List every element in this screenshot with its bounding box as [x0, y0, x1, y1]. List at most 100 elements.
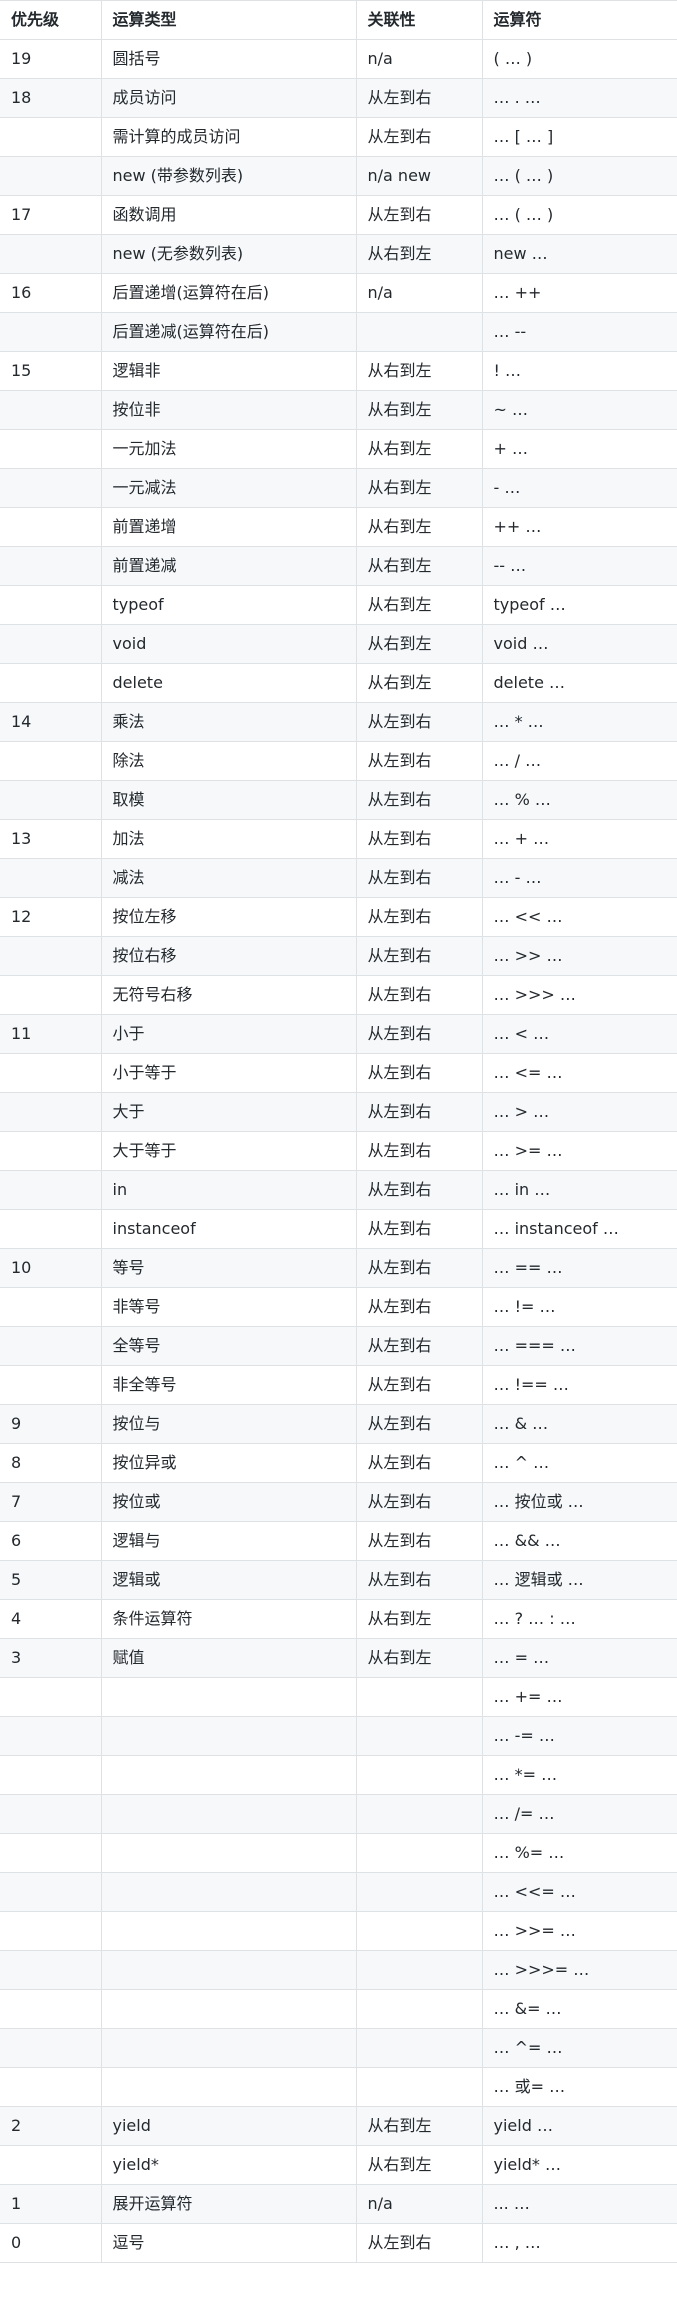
cell-precedence	[0, 936, 102, 976]
cell-operator-type	[100, 1872, 357, 1912]
cell-operator-type: 逻辑非	[100, 351, 357, 391]
cell-operator-type	[100, 1755, 357, 1795]
cell-operator: … *= …	[481, 1755, 677, 1795]
cell-operator: … . …	[481, 78, 677, 118]
cell-associativity: 从左到右	[355, 1092, 483, 1132]
cell-precedence	[0, 1872, 102, 1912]
table-row: 4 条件运算符 从右到左… ? … : …	[0, 1599, 677, 1639]
cell-operator-type: 一元减法	[100, 468, 357, 508]
header-precedence: 优先级	[0, 0, 102, 40]
cell-associativity: 从左到右	[355, 1248, 483, 1288]
cell-associativity: 从左到右	[355, 78, 483, 118]
table-row: new (带参数列表) n/a new… ( … )	[0, 156, 677, 196]
cell-operator-type: 展开运算符	[100, 2184, 357, 2224]
cell-precedence	[0, 1170, 102, 1210]
cell-precedence: 2	[0, 2106, 102, 2146]
table-row: … /= …	[0, 1794, 677, 1834]
cell-associativity: n/a new	[355, 156, 483, 196]
cell-precedence	[0, 117, 102, 157]
cell-precedence	[0, 2028, 102, 2068]
table-row: 前置递减 从右到左 -- …	[0, 546, 677, 586]
table-row: 2 yield 从右到左 yield …	[0, 2106, 677, 2146]
cell-operator: … 按位或 …	[481, 1482, 677, 1522]
cell-operator: void …	[481, 624, 677, 664]
cell-operator: … >>> …	[481, 975, 677, 1015]
cell-precedence: 0	[0, 2223, 102, 2263]
cell-precedence	[0, 1950, 102, 1990]
cell-operator: … * …	[481, 702, 677, 742]
cell-operator: ( … )	[481, 39, 677, 79]
table-row: 7 按位或 从左到右… 按位或 …	[0, 1482, 677, 1522]
cell-associativity: 从左到右	[355, 780, 483, 820]
cell-associativity: 从左到右	[355, 1053, 483, 1093]
cell-operator: … != …	[481, 1287, 677, 1327]
cell-operator: … + …	[481, 819, 677, 859]
cell-operator: … & …	[481, 1404, 677, 1444]
cell-associativity	[355, 1716, 483, 1756]
cell-associativity: 从左到右	[355, 1014, 483, 1054]
cell-operator: … << …	[481, 897, 677, 937]
table-row: 按位右移 从左到右… >> …	[0, 936, 677, 976]
cell-operator: ++ …	[481, 507, 677, 547]
table-row: 11 小于 从左到右… < …	[0, 1014, 677, 1054]
cell-operator: yield …	[481, 2106, 677, 2146]
cell-precedence	[0, 1794, 102, 1834]
table-row: 减法 从左到右… - …	[0, 858, 677, 898]
cell-associativity: 从左到右	[355, 117, 483, 157]
cell-associativity: 从右到左	[355, 468, 483, 508]
cell-precedence: 6	[0, 1521, 102, 1561]
cell-operator-type: 需计算的成员访问	[100, 117, 357, 157]
cell-precedence	[0, 546, 102, 586]
cell-operator: … -= …	[481, 1716, 677, 1756]
cell-operator: … === …	[481, 1326, 677, 1366]
table-row: 1 展开运算符 n/a... …	[0, 2184, 677, 2224]
cell-precedence	[0, 663, 102, 703]
table-row: 全等号 从左到右… === …	[0, 1326, 677, 1366]
cell-precedence: 3	[0, 1638, 102, 1678]
cell-operator-type: 后置递减(运算符在后)	[100, 312, 357, 352]
cell-precedence	[0, 1911, 102, 1951]
table-row: 0 逗号 从左到右… , …	[0, 2223, 677, 2263]
cell-operator-type: 前置递增	[100, 507, 357, 547]
table-row: 非全等号 从左到右… !== …	[0, 1365, 677, 1405]
cell-precedence	[0, 312, 102, 352]
cell-operator: … /= …	[481, 1794, 677, 1834]
cell-operator-type: 逻辑或	[100, 1560, 357, 1600]
cell-associativity: 从左到右	[355, 1131, 483, 1171]
table-body: 19 圆括号 n/a( … ) 18 成员访问 从左到右… . … 需计算的成员访问 从左到右…	[0, 39, 677, 2263]
cell-operator-type: 小于等于	[100, 1053, 357, 1093]
table-row: 12 按位左移 从左到右… << …	[0, 897, 677, 937]
cell-operator-type: 按位与	[100, 1404, 357, 1444]
cell-associativity: 从左到右	[355, 1521, 483, 1561]
cell-operator-type	[100, 1794, 357, 1834]
cell-operator-type: yield*	[100, 2145, 357, 2185]
cell-operator-type: 按位或	[100, 1482, 357, 1522]
cell-precedence	[0, 624, 102, 664]
cell-associativity: 从右到左	[355, 390, 483, 430]
table-row: 6 逻辑与 从左到右… && …	[0, 1521, 677, 1561]
cell-precedence	[0, 1209, 102, 1249]
cell-precedence	[0, 156, 102, 196]
cell-operator: … < …	[481, 1014, 677, 1054]
cell-operator: … >= …	[481, 1131, 677, 1171]
cell-precedence	[0, 2067, 102, 2107]
cell-precedence: 10	[0, 1248, 102, 1288]
cell-operator: … --	[481, 312, 677, 352]
cell-operator: … >>= …	[481, 1911, 677, 1951]
cell-precedence	[0, 429, 102, 469]
table-row: 17 函数调用 从左到右… ( … )	[0, 195, 677, 235]
header-associativity: 关联性	[355, 0, 483, 40]
cell-associativity: 从右到左	[355, 429, 483, 469]
cell-operator-type: 非全等号	[100, 1365, 357, 1405]
cell-associativity: n/a	[355, 273, 483, 313]
cell-operator: ! …	[481, 351, 677, 391]
cell-precedence	[0, 507, 102, 547]
cell-associativity	[355, 2067, 483, 2107]
cell-operator-type: 条件运算符	[100, 1599, 357, 1639]
cell-precedence	[0, 975, 102, 1015]
cell-operator-type	[100, 1833, 357, 1873]
cell-associativity: 从左到右	[355, 2223, 483, 2263]
cell-precedence	[0, 585, 102, 625]
cell-operator-type: 后置递增(运算符在后)	[100, 273, 357, 313]
cell-precedence	[0, 390, 102, 430]
